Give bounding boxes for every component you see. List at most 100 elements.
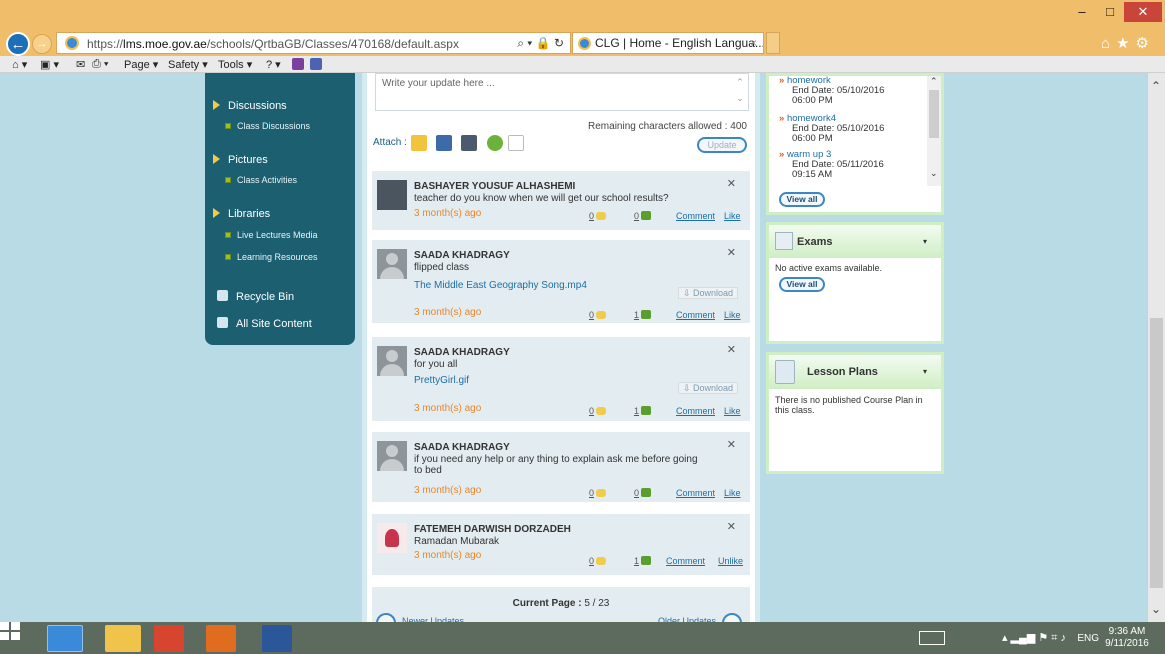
attach-file-icon[interactable] [508, 135, 524, 151]
feeds-icon[interactable]: ▣ ▾ [40, 58, 59, 71]
post-author[interactable]: SAADA KHADRAGY [414, 442, 510, 453]
file-explorer-icon[interactable] [105, 625, 141, 652]
post-author[interactable]: FATEMEH DARWISH DORZADEH [414, 524, 571, 535]
nav-libraries[interactable]: Libraries [213, 208, 270, 220]
like-count[interactable]: 0 [634, 488, 652, 498]
scrollbar-thumb[interactable] [1150, 318, 1163, 588]
comment-count[interactable]: 0 [589, 488, 607, 498]
language-indicator[interactable]: ENG [1077, 633, 1099, 644]
internet-explorer-icon[interactable] [47, 625, 83, 652]
tools-menu[interactable]: Tools ▾ [218, 58, 252, 71]
nav-pictures[interactable]: Pictures [213, 154, 268, 166]
tasks-scrollbar[interactable]: ⌃ ⌄ [927, 76, 941, 186]
task-item[interactable]: homework End Date: 05/10/2016 06:00 PM [779, 76, 899, 106]
update-button[interactable]: Update [697, 137, 747, 153]
attach-image-icon[interactable] [436, 135, 452, 151]
post-author[interactable]: SAADA KHADRAGY [414, 250, 510, 261]
page-menu[interactable]: Page ▾ [124, 58, 158, 71]
comment-count[interactable]: 0 [589, 211, 607, 221]
attachment-link[interactable]: The Middle East Geography Song.mp4 [414, 280, 587, 291]
command-bar: ⌂ ▾ ▣ ▾ ✉ ⎙ ▾ Page ▾ Safety ▾ Tools ▾ ? … [0, 56, 1165, 73]
post-time: 3 month(s) ago [414, 403, 482, 414]
address-tools-icons[interactable]: ⌕ ▾ 🔒 ↻ [517, 36, 564, 51]
dropdown-icon[interactable]: ▾ [923, 367, 927, 376]
textarea-scroll-icons[interactable]: ⌃ ⌄ [732, 74, 748, 112]
nav-class-activities[interactable]: Class Activities [225, 175, 297, 185]
comment-link[interactable]: Comment [676, 211, 715, 221]
like-count[interactable]: 0 [634, 211, 652, 221]
home-icon[interactable]: ⌂ ▾ [12, 58, 27, 71]
nav-learning-resources[interactable]: Learning Resources [225, 252, 318, 262]
attach-audio-icon[interactable] [487, 135, 503, 151]
comment-link[interactable]: Comment [676, 488, 715, 498]
nav-class-discussions[interactable]: Class Discussions [225, 121, 310, 131]
close-window-button[interactable]: ✕ [1124, 2, 1162, 22]
comment-link[interactable]: Comment [666, 556, 705, 566]
task-item[interactable]: homework4 End Date: 05/10/2016 06:00 PM [779, 114, 899, 144]
url-text[interactable]: https://lms.moe.gov.ae/schools/QrtbaGB/C… [87, 37, 459, 51]
dropdown-icon[interactable]: ▾ [923, 237, 927, 246]
like-count[interactable]: 1 [634, 556, 652, 566]
maximize-button[interactable]: □ [1096, 2, 1124, 22]
nav-all-site-content[interactable]: All Site Content [217, 317, 312, 330]
tray-icons[interactable]: ▴ ▂▄▆ ⚑ ⌗ ♪ [1002, 631, 1066, 645]
comment-count[interactable]: 0 [589, 556, 607, 566]
scroll-down-icon[interactable]: ⌄ [1151, 602, 1161, 616]
delete-post-icon[interactable]: ✕ [727, 343, 736, 356]
minimize-button[interactable]: – [1068, 2, 1096, 22]
nav-discussions[interactable]: Discussions [213, 100, 287, 112]
word-icon[interactable] [262, 625, 292, 652]
like-link[interactable]: Like [724, 488, 741, 498]
post-author[interactable]: BASHAYER YOUSUF ALHASHEMI [414, 181, 575, 192]
forward-button[interactable]: → [32, 34, 52, 54]
comment-count[interactable]: 0 [589, 406, 607, 416]
tasks-scroll-thumb[interactable] [929, 90, 939, 138]
attachment-link[interactable]: PrettyGirl.gif [414, 375, 469, 386]
like-count[interactable]: 1 [634, 406, 652, 416]
attach-video-icon[interactable] [461, 135, 477, 151]
delete-post-icon[interactable]: ✕ [727, 246, 736, 259]
adobe-icon[interactable] [154, 625, 184, 652]
exams-view-all-button[interactable]: View all [779, 277, 825, 292]
download-button[interactable]: ⇩ Download [678, 287, 738, 299]
keyboard-icon[interactable] [919, 631, 945, 645]
post-author[interactable]: SAADA KHADRAGY [414, 347, 510, 358]
page-scrollbar[interactable]: ⌃ ⌄ [1147, 73, 1165, 622]
delete-post-icon[interactable]: ✕ [727, 438, 736, 451]
address-bar[interactable]: https://lms.moe.gov.ae/schools/QrtbaGB/C… [56, 32, 571, 54]
download-button[interactable]: ⇩ Download [678, 382, 738, 394]
browser-tab[interactable]: CLG | Home - English Langua... × [572, 32, 764, 54]
nav-live-lectures-media[interactable]: Live Lectures Media [225, 230, 318, 240]
delete-post-icon[interactable]: ✕ [727, 520, 736, 533]
tasks-view-all-button[interactable]: View all [779, 192, 825, 207]
scroll-up-icon[interactable]: ⌃ [1151, 79, 1161, 93]
nav-recycle-bin[interactable]: Recycle Bin [217, 290, 294, 303]
media-player-icon[interactable] [206, 625, 236, 652]
safety-menu[interactable]: Safety ▾ [168, 58, 208, 71]
print-icon[interactable]: ⎙ ▾ [92, 58, 108, 71]
scroll-down-icon[interactable]: ⌄ [930, 168, 938, 179]
help-icon[interactable]: ? ▾ [266, 58, 281, 71]
home-favorites-settings-icons[interactable]: ⌂★⚙ [1101, 34, 1155, 52]
start-button[interactable] [0, 622, 20, 640]
like-link[interactable]: Like [724, 406, 741, 416]
scroll-up-icon[interactable]: ⌃ [930, 76, 938, 87]
addon-icon[interactable] [310, 58, 322, 70]
update-textarea[interactable]: Write your update here ... ⌃ ⌄ [375, 73, 749, 111]
clock[interactable]: 9:36 AM 9/11/2016 [1103, 626, 1151, 650]
task-item[interactable]: warm up 3 End Date: 05/11/2016 09:15 AM [779, 150, 899, 180]
mail-icon[interactable]: ✉ [76, 58, 85, 71]
onenote-icon[interactable] [292, 58, 304, 70]
delete-post-icon[interactable]: ✕ [727, 177, 736, 190]
tab-close-icon[interactable]: × [750, 36, 757, 50]
new-tab-button[interactable] [766, 32, 780, 54]
back-button[interactable]: ← [6, 32, 30, 56]
comment-link[interactable]: Comment [676, 406, 715, 416]
attach-document-icon[interactable] [411, 135, 427, 151]
like-link[interactable]: Like [724, 211, 741, 221]
unlike-link[interactable]: Unlike [718, 556, 743, 566]
comment-link[interactable]: Comment [676, 310, 715, 320]
like-count[interactable]: 1 [634, 310, 652, 320]
like-link[interactable]: Like [724, 310, 741, 320]
comment-count[interactable]: 0 [589, 310, 607, 320]
